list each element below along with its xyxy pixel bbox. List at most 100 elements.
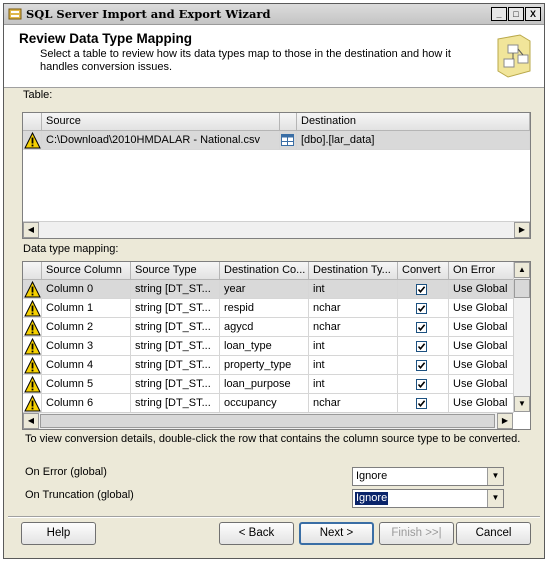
close-button[interactable]: X bbox=[525, 7, 541, 21]
table-header-source[interactable]: Source bbox=[42, 113, 280, 131]
page-description: Select a table to review how its data ty… bbox=[40, 48, 451, 73]
sql-server-icon bbox=[8, 8, 22, 20]
mapping-grid-corner bbox=[23, 262, 42, 280]
back-button[interactable]: < Back bbox=[219, 522, 294, 545]
table-header-destination[interactable]: Destination bbox=[297, 113, 530, 131]
on-truncation-label: On Truncation (global) bbox=[25, 489, 134, 501]
destination-type-cell: int bbox=[309, 356, 398, 375]
destination-column-cell: loan_purpose bbox=[220, 375, 309, 394]
convert-checkbox[interactable] bbox=[416, 379, 427, 390]
wizard-icon bbox=[497, 34, 531, 78]
on-error-cell: Use Global bbox=[449, 337, 514, 356]
destination-type-cell: nchar bbox=[309, 394, 398, 413]
on-error-value: Ignore bbox=[356, 470, 388, 482]
scroll-thumb[interactable] bbox=[514, 279, 530, 298]
finish-button[interactable]: Finish >>| bbox=[379, 522, 454, 545]
on-truncation-select[interactable]: Ignore ▼ bbox=[352, 489, 504, 508]
convert-cell[interactable] bbox=[398, 356, 449, 375]
mapping-row[interactable]: Column 0 string [DT_ST... year int Use Globa… bbox=[23, 280, 514, 299]
on-error-select[interactable]: Ignore ▼ bbox=[352, 467, 504, 486]
convert-checkbox[interactable] bbox=[416, 284, 427, 295]
table-icon-cell bbox=[280, 131, 297, 150]
destination-type-cell: nchar bbox=[309, 299, 398, 318]
mapping-row[interactable]: Column 2 string [DT_ST... agycd nchar Use Gl… bbox=[23, 318, 514, 337]
row-warning-cell bbox=[23, 280, 42, 299]
source-type-cell: string [DT_ST... bbox=[131, 299, 220, 318]
mapping-row[interactable]: Column 4 string [DT_ST... property_type int… bbox=[23, 356, 514, 375]
row-warning-cell bbox=[23, 299, 42, 318]
mapping-header-destination-column[interactable]: Destination Co... bbox=[220, 262, 309, 280]
convert-checkbox[interactable] bbox=[416, 322, 427, 333]
source-column-cell: Column 2 bbox=[42, 318, 131, 337]
source-column-cell: Column 3 bbox=[42, 337, 131, 356]
scroll-thumb[interactable] bbox=[40, 414, 495, 428]
mapping-vertical-scrollbar[interactable]: ▲ ▼ bbox=[513, 262, 530, 412]
source-type-cell: string [DT_ST... bbox=[131, 280, 220, 299]
cancel-button[interactable]: Cancel bbox=[456, 522, 531, 545]
chevron-down-icon[interactable]: ▼ bbox=[487, 490, 503, 507]
chevron-down-icon[interactable]: ▼ bbox=[487, 468, 503, 485]
on-error-cell: Use Global bbox=[449, 394, 514, 413]
mapping-header-source-type[interactable]: Source Type bbox=[131, 262, 220, 280]
convert-cell[interactable] bbox=[398, 299, 449, 318]
on-error-cell: Use Global bbox=[449, 280, 514, 299]
convert-checkbox[interactable] bbox=[416, 398, 427, 409]
next-button[interactable]: Next > bbox=[299, 522, 374, 545]
mapping-row[interactable]: Column 6 string [DT_ST... occupancy nchar Us… bbox=[23, 394, 514, 413]
convert-cell[interactable] bbox=[398, 337, 449, 356]
minimize-button[interactable]: _ bbox=[491, 7, 507, 21]
table-icon bbox=[281, 134, 294, 146]
destination-column-cell: respid bbox=[220, 299, 309, 318]
table-source-cell: C:\Download\2010HMDALAR - National.csv bbox=[42, 131, 280, 150]
check-icon bbox=[417, 400, 426, 408]
on-error-cell: Use Global bbox=[449, 375, 514, 394]
title-bar[interactable]: SQL Server Import and Export Wizard _ □ … bbox=[4, 4, 544, 25]
destination-type-cell: int bbox=[309, 375, 398, 394]
table-horizontal-scrollbar[interactable]: ◀ ▶ bbox=[23, 221, 530, 238]
table-row[interactable]: C:\Download\2010HMDALAR - National.csv [… bbox=[23, 131, 530, 150]
scroll-down-button[interactable]: ▼ bbox=[514, 396, 530, 412]
mapping-horizontal-scrollbar[interactable]: ◀ ▶ bbox=[23, 412, 513, 429]
check-icon bbox=[417, 343, 426, 351]
on-error-cell: Use Global bbox=[449, 356, 514, 375]
source-type-cell: string [DT_ST... bbox=[131, 394, 220, 413]
source-type-cell: string [DT_ST... bbox=[131, 337, 220, 356]
check-icon bbox=[417, 324, 426, 332]
warning-icon bbox=[24, 376, 41, 393]
mapping-header-convert[interactable]: Convert bbox=[398, 262, 449, 280]
destination-type-cell: int bbox=[309, 280, 398, 299]
convert-checkbox[interactable] bbox=[416, 360, 427, 371]
page-header: Review Data Type Mapping Select a table … bbox=[4, 25, 544, 88]
mapping-header-destination-type[interactable]: Destination Ty... bbox=[309, 262, 398, 280]
row-warning-cell bbox=[23, 131, 42, 150]
row-warning-cell bbox=[23, 318, 42, 337]
convert-cell[interactable] bbox=[398, 318, 449, 337]
mapping-row[interactable]: Column 5 string [DT_ST... loan_purpose int U… bbox=[23, 375, 514, 394]
mapping-row[interactable]: Column 3 string [DT_ST... loan_type int Use … bbox=[23, 337, 514, 356]
scroll-right-button[interactable]: ▶ bbox=[497, 413, 513, 429]
scroll-right-button[interactable]: ▶ bbox=[514, 222, 530, 238]
source-column-cell: Column 4 bbox=[42, 356, 131, 375]
convert-cell[interactable] bbox=[398, 280, 449, 299]
mapping-row[interactable]: Column 1 string [DT_ST... respid nchar Use G… bbox=[23, 299, 514, 318]
convert-checkbox[interactable] bbox=[416, 303, 427, 314]
scroll-up-button[interactable]: ▲ bbox=[514, 262, 530, 278]
warning-icon bbox=[24, 300, 41, 317]
table-label: Table: bbox=[23, 89, 53, 101]
source-type-cell: string [DT_ST... bbox=[131, 318, 220, 337]
check-icon bbox=[417, 362, 426, 370]
help-button[interactable]: Help bbox=[21, 522, 96, 545]
destination-type-cell: nchar bbox=[309, 318, 398, 337]
mapping-header-source-column[interactable]: Source Column bbox=[42, 262, 131, 280]
mapping-grid[interactable]: Source Column Source Type Destination Co… bbox=[22, 261, 531, 430]
mapping-header-on-error[interactable]: On Error bbox=[449, 262, 514, 280]
scroll-left-button[interactable]: ◀ bbox=[23, 413, 39, 429]
table-grid-corner bbox=[23, 113, 42, 131]
convert-cell[interactable] bbox=[398, 375, 449, 394]
source-column-cell: Column 0 bbox=[42, 280, 131, 299]
convert-checkbox[interactable] bbox=[416, 341, 427, 352]
scroll-left-button[interactable]: ◀ bbox=[23, 222, 39, 238]
convert-cell[interactable] bbox=[398, 394, 449, 413]
maximize-button[interactable]: □ bbox=[508, 7, 524, 21]
table-grid[interactable]: Source Destination C:\Download\2010HMDAL… bbox=[22, 112, 531, 239]
